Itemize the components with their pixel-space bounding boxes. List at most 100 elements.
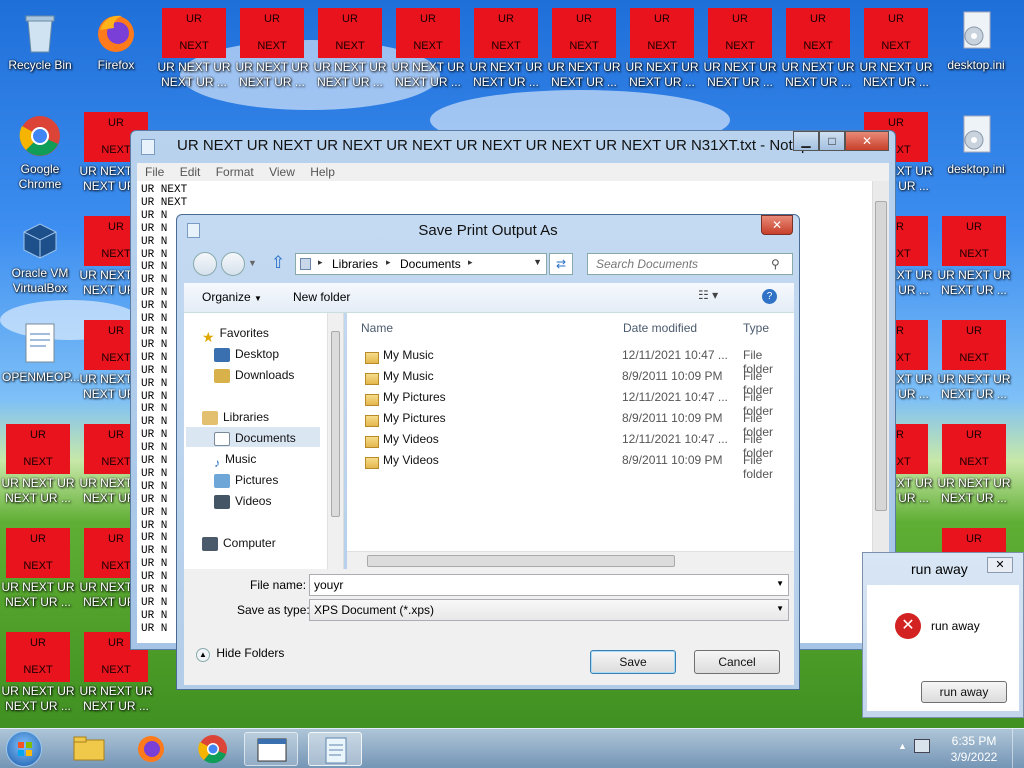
desktop-icon-label: NEXT UR ... [239,75,305,89]
nav-computer[interactable]: Computer [202,533,276,553]
save-dialog[interactable]: Save Print Output As ✕ ▼ ⇧ ▸ Libraries ▸… [176,214,800,690]
save-button[interactable]: Save [590,650,676,674]
desktop-icon-label: NEXT UR ... [551,75,617,89]
breadcrumb-documents[interactable]: Documents [400,257,461,271]
cancel-button[interactable]: Cancel [694,650,780,674]
new-folder-button[interactable]: New folder [293,290,350,304]
notification-chevron-icon[interactable]: ▲ [898,741,907,751]
nav-favorites[interactable]: ★ Favorites [202,323,269,345]
desktop-icon-ur-next[interactable]: URNEXT UR NEXT URNEXT UR ... [780,8,856,90]
minimize-button[interactable]: ▁ [793,131,819,151]
nav-libraries[interactable]: Libraries [202,407,269,427]
back-button[interactable] [193,252,217,276]
close-button[interactable]: ✕ [761,215,793,235]
desktop-icon-ur-next[interactable]: URNEXT UR NEXT URNEXT UR ... [546,8,622,90]
menu-help[interactable]: Help [310,165,335,179]
nav-scrollbar[interactable] [327,313,343,569]
nav-music[interactable]: ♪ Music [214,449,256,470]
chevron-down-icon[interactable]: ▼ [533,257,542,267]
forward-button[interactable] [221,252,245,276]
horizontal-scrollbar[interactable] [347,551,794,569]
desktop-icon-ur-next[interactable]: URNEXT UR NEXT URNEXT UR ... [156,8,232,90]
desktop-icon-ur-next[interactable]: URNEXT UR NEXT URNEXT UR ... [624,8,700,90]
taskbar-explorer[interactable] [62,732,116,766]
desktop-icon-ur-next[interactable]: URNEXT UR NEXT URNEXT UR ... [468,8,544,90]
view-options-icon[interactable]: ☷ ▾ [698,288,718,302]
column-name[interactable]: Name [361,321,393,335]
column-date-modified[interactable]: Date modified [623,321,697,335]
file-row[interactable]: My Videos 8/9/2011 10:09 PM File folder [347,450,794,481]
desktop-icon-ur-next[interactable]: URNEXT UR NEXT URNEXT UR ... [936,216,1012,298]
desktop-icon-desktop-ini[interactable]: desktop.ini [938,8,1014,73]
refresh-button[interactable]: ⇄ [549,253,573,275]
taskbar-app[interactable] [244,732,298,766]
file-row[interactable]: My Pictures 12/11/2021 10:47 ... File fold… [347,387,794,418]
desktop-icon-label: UR NEXT UR [1,684,75,698]
recent-locations-icon[interactable]: ▼ [248,258,257,268]
desktop-icon-ur-next[interactable]: URNEXT UR NEXT URNEXT UR ... [936,424,1012,506]
file-name-label: File name: [250,578,307,592]
desktop-icon-ur-next[interactable]: URNEXT UR NEXT URNEXT UR ... [312,8,388,90]
menu-file[interactable]: File [145,165,164,179]
file-date: 8/9/2011 10:09 PM [622,411,723,425]
desktop-icon-ur-next[interactable]: URNEXT UR NEXT URNEXT UR ... [858,8,934,90]
notepad-menubar: File Edit Format View Help [137,163,889,181]
desktop-icon-ur-next[interactable]: URNEXT UR NEXT URNEXT UR ... [702,8,778,90]
maximize-button[interactable]: □ [819,131,845,151]
desktop-icon-recycle-bin[interactable]: Recycle Bin [2,8,78,73]
up-arrow-icon[interactable]: ⇧ [271,253,285,273]
show-desktop-button[interactable] [1012,729,1024,768]
chevron-down-icon[interactable]: ▼ [776,604,784,613]
column-type[interactable]: Type [743,321,769,335]
search-input[interactable]: Search Documents [587,253,793,275]
desktop-icon-ur-next[interactable]: URNEXT UR NEXT URNEXT UR ... [390,8,466,90]
desktop-icon-ur-next[interactable]: URNEXT UR NEXT URNEXT UR ... [0,632,76,714]
menu-edit[interactable]: Edit [180,165,201,179]
clock[interactable]: 6:35 PM 3/9/2022 [944,733,1004,765]
desktop-icon-ur-next[interactable]: URNEXT UR NEXT URNEXT UR ... [0,424,76,506]
desktop-icon-desktop-ini[interactable]: desktop.ini [938,112,1014,177]
menu-view[interactable]: View [269,165,295,179]
hide-folders-button[interactable]: ▲ Hide Folders [196,646,284,662]
run-away-button[interactable]: run away [921,681,1007,703]
desktop-icon-ur-next[interactable]: URNEXT UR NEXT URNEXT UR ... [234,8,310,90]
desktop-icon-label: NEXT UR ... [5,699,71,713]
help-icon[interactable]: ? [762,289,777,304]
nav-videos[interactable]: Videos [214,491,271,511]
desktop-icon-document[interactable]: OPENMEOP... [2,320,80,385]
breadcrumb-libraries[interactable]: Libraries [332,257,378,271]
desktop-icon-virtualbox[interactable]: Oracle VM VirtualBox [2,216,78,296]
save-as-type-select[interactable]: XPS Document (*.xps) ▼ [309,599,789,621]
computer-icon [202,536,218,551]
desktop-icon-chrome[interactable]: Google Chrome [2,112,78,192]
nav-pictures[interactable]: Pictures [214,470,278,490]
file-row[interactable]: My Videos 12/11/2021 10:47 ... File folder [347,429,794,460]
taskbar-notepad[interactable] [308,732,362,766]
file-row[interactable]: My Pictures 8/9/2011 10:09 PM File folder [347,408,794,439]
desktop-icon-ur-next[interactable]: URNEXT UR NEXT URNEXT UR ... [0,528,76,610]
nav-desktop[interactable]: Desktop [214,344,279,364]
file-row[interactable]: My Music 12/11/2021 10:47 ... File folder [347,345,794,376]
desktop-icon-firefox[interactable]: Firefox [78,8,154,73]
address-bar[interactable]: ▸ Libraries ▸ Documents ▸ ▼ [295,253,547,275]
close-button[interactable]: ✕ [845,131,889,151]
desktop-icon-label: UR NEXT UR [937,476,1011,490]
ur-next-image-icon: URNEXT [552,8,616,58]
desktop-icon-label: NEXT UR ... [707,75,773,89]
chevron-down-icon[interactable]: ▼ [776,579,784,588]
menu-format[interactable]: Format [216,165,254,179]
taskbar-firefox[interactable] [124,732,178,766]
close-button[interactable]: ✕ [987,557,1013,573]
desktop-icon-ur-next[interactable]: URNEXT UR NEXT URNEXT UR ... [936,320,1012,402]
nav-downloads[interactable]: Downloads [214,365,294,385]
taskbar-chrome[interactable] [186,732,240,766]
file-row[interactable]: My Music 8/9/2011 10:09 PM File folder [347,366,794,397]
file-list: Name Date modified Type My Music 12/11/20… [347,313,794,569]
file-name-input[interactable]: youyr ▼ [309,574,789,596]
desktop-icon-label: UR NEXT UR [1,476,75,490]
nav-documents[interactable]: Documents [214,428,296,448]
run-away-dialog[interactable]: run away ✕ ✕ run away run away [862,552,1024,718]
organize-button[interactable]: Organize ▼ [202,290,262,304]
start-button[interactable] [6,731,42,767]
network-icon[interactable] [914,739,930,753]
